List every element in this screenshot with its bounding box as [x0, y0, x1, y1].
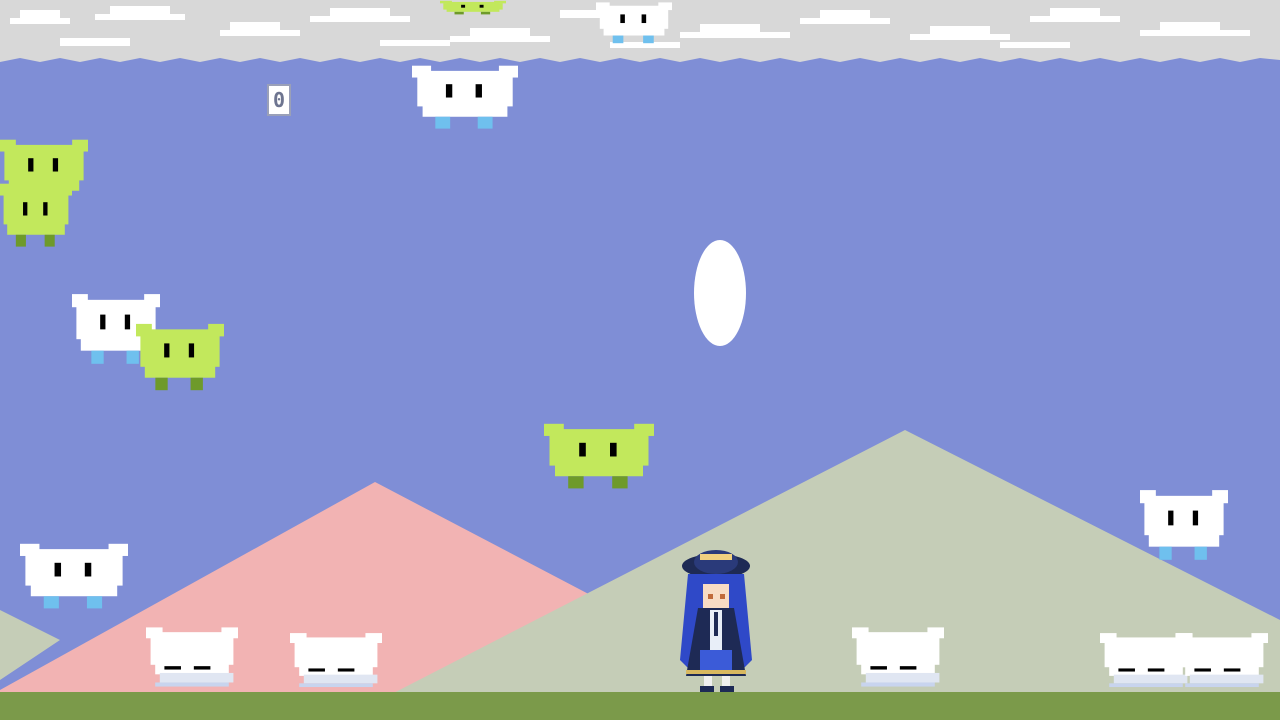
white-oval-projectile — [694, 240, 746, 346]
score-counter: 0 — [267, 84, 291, 116]
white-sleeping-blob — [290, 633, 382, 688]
game-scene — [0, 0, 1280, 720]
game-stage[interactable]: 0 — [0, 0, 1280, 720]
white-sleeping-blob — [1176, 633, 1268, 688]
player-character[interactable] — [680, 550, 752, 692]
white-sleeping-blob — [146, 627, 238, 687]
white-sleeping-blob — [852, 627, 944, 687]
ground-strip — [0, 692, 1280, 720]
